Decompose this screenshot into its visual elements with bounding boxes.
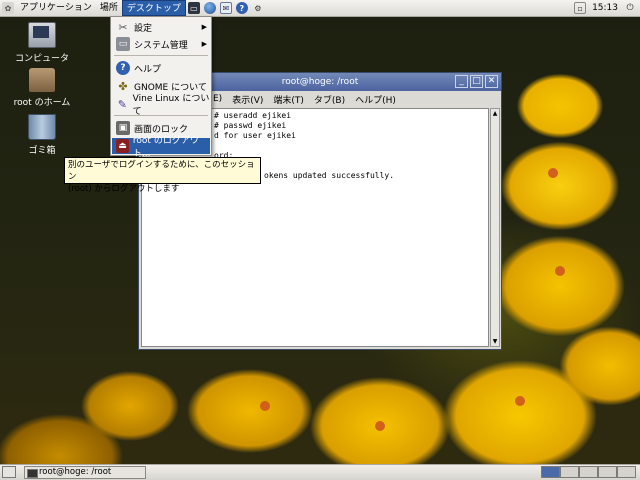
window-title: root@hoge: /root	[281, 77, 359, 87]
taskbar-button-terminal[interactable]: root@hoge: /root	[24, 466, 146, 479]
logout-tooltip: 別のユーザでログインするために、このセッション (root) からログアウトしま…	[64, 157, 261, 194]
workspace-switcher	[541, 466, 636, 478]
menu-item-logout[interactable]: ⏏ root のログアウト...	[112, 136, 210, 159]
menu-item-settings[interactable]: ✂ 設定 ▶	[112, 19, 210, 35]
tooltip-line: (root) からログアウトします	[68, 184, 180, 194]
logout-icon[interactable]: ⏻	[624, 2, 636, 14]
desktop-menu[interactable]: デスクトップ	[121, 0, 186, 16]
web-browser-icon[interactable]	[203, 2, 216, 14]
show-desktop-button[interactable]	[2, 466, 16, 478]
terminal-scrollbar[interactable]: ▲ ▼	[490, 108, 500, 347]
menu-view[interactable]: 表示(V)	[227, 93, 268, 106]
menu-separator	[114, 55, 208, 56]
scroll-down-icon[interactable]: ▼	[491, 337, 499, 346]
email-icon[interactable]: ✉	[219, 2, 232, 14]
menu-item-help[interactable]: ? ヘルプ	[112, 60, 210, 76]
flower-detail	[548, 168, 558, 178]
minimize-button[interactable]: _	[455, 75, 468, 88]
flower-detail	[260, 401, 270, 411]
network-icon[interactable]: ▫	[574, 2, 587, 14]
desktop-dropdown-menu: ✂ 設定 ▶ ▭ システム管理 ▶ ? ヘルプ ✤ GNOME について ✎ V…	[110, 16, 212, 159]
logout-icon: ⏏	[116, 139, 129, 153]
trash-icon	[28, 114, 56, 140]
desktop-icon-label: root のホーム	[13, 98, 71, 108]
help-icon[interactable]: ?	[235, 2, 248, 14]
help-icon: ?	[116, 61, 130, 75]
workspace-3[interactable]	[579, 466, 598, 478]
flower-detail	[555, 266, 565, 276]
flower-detail	[515, 396, 525, 406]
taskbar-label: root@hoge: /root	[39, 467, 112, 477]
vine-icon: ✎	[117, 97, 127, 111]
top-panel: ✿ アプリケーション 場所 デスクトップ ▭ ✉ ? ⚙ ▫ 15:13 ⏻	[0, 0, 640, 17]
terminal-icon	[27, 469, 38, 478]
workspace-2[interactable]	[560, 466, 579, 478]
lock-screen-icon: ▣	[116, 121, 130, 135]
desktop-icon-label: ゴミ箱	[28, 146, 56, 156]
desktop-icon-label: コンピュータ	[14, 54, 69, 64]
menu-item-system-admin[interactable]: ▭ システム管理 ▶	[112, 36, 210, 52]
settings-gear-icon[interactable]: ⚙	[252, 2, 264, 14]
computer-icon	[28, 22, 56, 48]
workspace-1[interactable]	[541, 466, 560, 478]
vine-logo-icon[interactable]: ✿	[2, 2, 14, 14]
menu-item-label: システム管理	[134, 40, 188, 51]
terminal-launcher-icon[interactable]: ▭	[187, 2, 200, 14]
workspace-4[interactable]	[598, 466, 617, 478]
places-menu[interactable]: 場所	[96, 0, 122, 16]
settings-icon: ✂	[118, 20, 128, 34]
home-folder-icon	[29, 68, 55, 92]
maximize-button[interactable]: □	[470, 75, 483, 88]
applications-menu[interactable]: アプリケーション	[16, 0, 96, 16]
menu-item-label: ヘルプ	[134, 64, 162, 75]
submenu-arrow-icon: ▶	[201, 40, 207, 48]
bottom-panel: root@hoge: /root	[0, 464, 640, 480]
tooltip-line: 別のユーザでログインするために、このセッション	[68, 160, 255, 182]
gnome-icon: ✤	[118, 79, 128, 93]
menu-separator	[114, 115, 208, 116]
scroll-up-icon[interactable]: ▲	[491, 109, 499, 118]
workspace-5[interactable]	[617, 466, 636, 478]
desktop-icon-trash[interactable]: ゴミ箱	[12, 114, 72, 156]
menu-item-label: 設定	[134, 23, 153, 34]
flower-detail	[375, 421, 385, 431]
close-button[interactable]: ✕	[485, 75, 498, 88]
clock[interactable]: 15:13	[592, 3, 618, 13]
menu-tabs[interactable]: タブ(B)	[309, 93, 350, 106]
submenu-arrow-icon: ▶	[201, 23, 207, 31]
menu-terminal[interactable]: 端末(T)	[268, 93, 309, 106]
desktop-icon-home[interactable]: root のホーム	[12, 68, 72, 108]
system-admin-icon: ▭	[116, 37, 130, 51]
menu-item-label: root のログアウト...	[132, 136, 199, 159]
menu-item-about-vine[interactable]: ✎ Vine Linux について	[112, 94, 210, 117]
menu-help[interactable]: ヘルプ(H)	[350, 93, 401, 106]
desktop-icon-computer[interactable]: コンピュータ	[12, 22, 72, 64]
menu-item-label: Vine Linux について	[132, 94, 210, 117]
